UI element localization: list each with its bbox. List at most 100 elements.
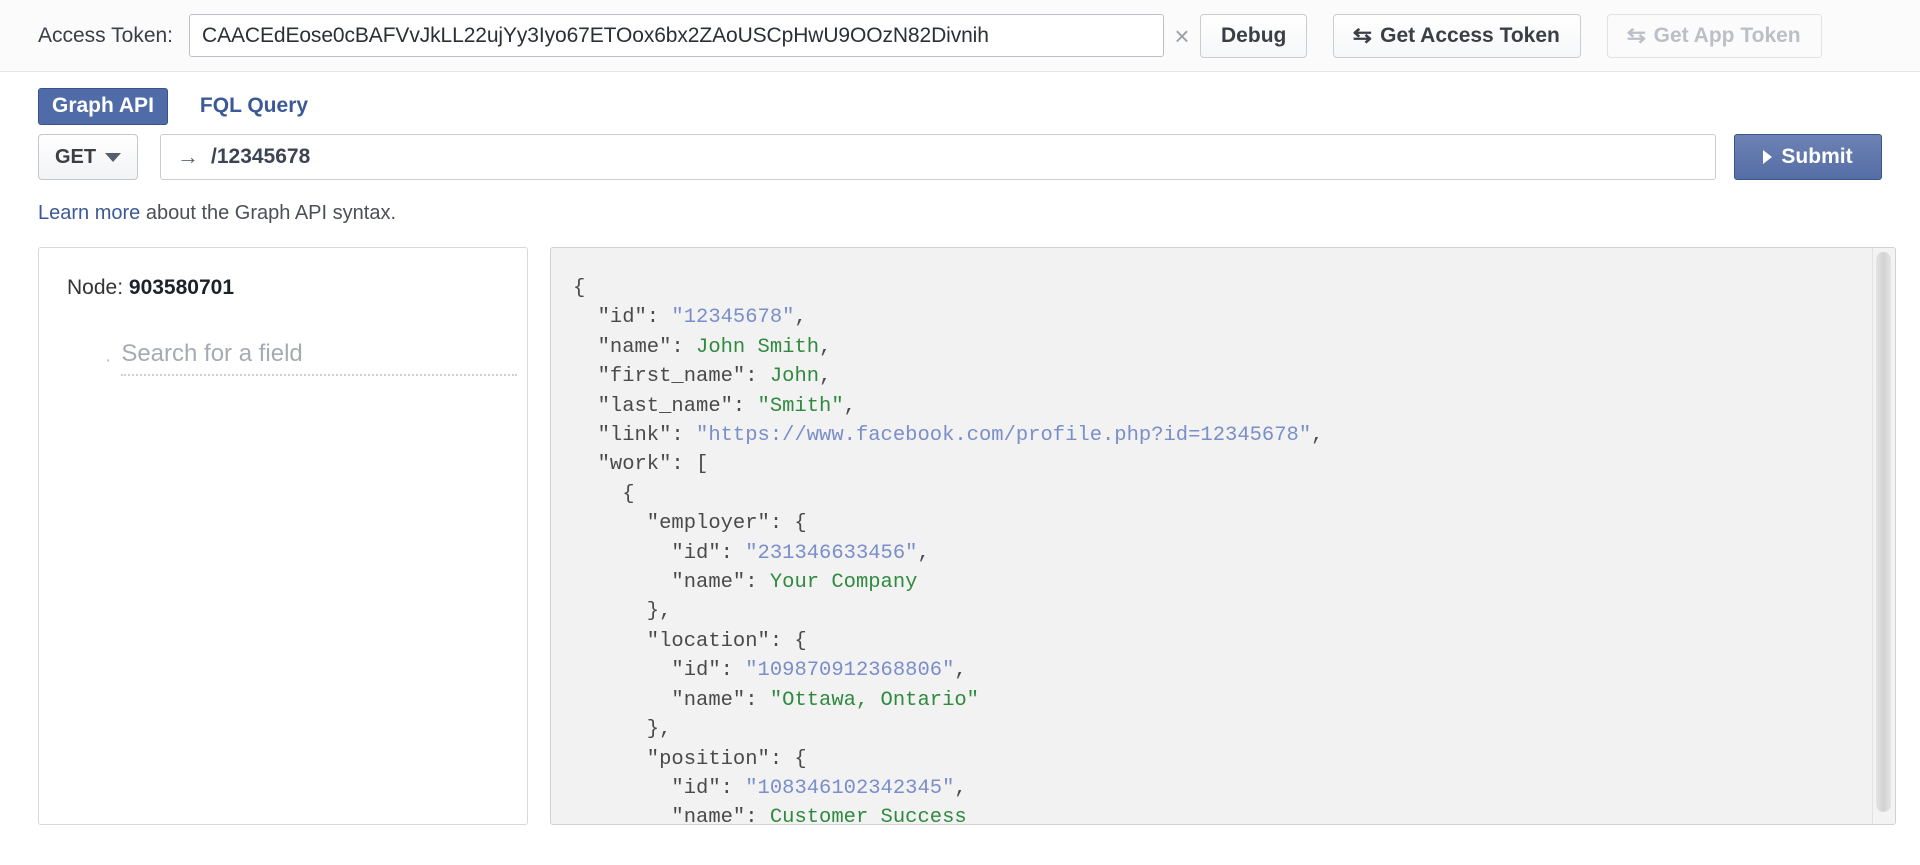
json-token: "name": [573,571,770,595]
json-token: , [819,335,832,359]
clear-token-icon[interactable]: × [1164,23,1200,49]
json-token: "id": [573,306,672,330]
json-token: Your Company [769,571,918,595]
json-token: "109870912368806" [745,659,955,683]
learn-more-link[interactable]: Learn more [38,202,140,224]
debug-button-label: Debug [1221,23,1287,47]
json-line: "position": { [573,745,1895,774]
json-token: , [794,306,807,330]
json-token: "first_name": [573,365,770,389]
json-token: "id": [573,659,746,683]
json-line: { [573,480,1895,509]
json-line: "link": "https://www.facebook.com/profil… [573,421,1895,450]
swap-icon: ⇆ [1626,24,1646,47]
json-token: "https://www.facebook.com/profile.php?id… [696,424,1312,448]
swap-icon: ⇆ [1353,24,1373,47]
json-token: "last_name": [573,394,758,418]
learn-more-line: Learn more about the Graph API syntax. [0,180,1920,225]
json-token: "name": [573,335,697,359]
json-token: John Smith [696,335,820,359]
response-scrollbar[interactable] [1872,248,1895,824]
json-line: "location": { [573,627,1895,656]
query-row: GET → Submit [0,118,1920,180]
submit-button[interactable]: Submit [1734,134,1882,180]
node-line: Node: 903580701 [39,276,527,300]
get-access-token-label: Get Access Token [1380,23,1560,47]
json-line: "name": Customer Success [573,803,1895,825]
api-mode-tabs: Graph API FQL Query [0,72,1920,125]
json-token: "12345678" [671,306,795,330]
json-line: "id": "108346102342345", [573,774,1895,803]
explorer-panels: Node: 903580701 · { "id": "12345678", "n… [0,225,1920,825]
json-line: "last_name": "Smith", [573,392,1895,421]
json-token: "work": [ [573,453,709,477]
arrow-right-icon: → [177,144,199,169]
json-token: Customer Success [769,806,967,825]
json-line: "first_name": John, [573,362,1895,391]
json-token: , [954,659,967,683]
play-icon [1763,150,1773,164]
json-line: { [573,274,1895,303]
json-line: }, [573,597,1895,626]
search-field-row: · [39,340,527,376]
json-token: "position": { [573,747,807,771]
json-token: , [843,394,856,418]
tab-graph-api[interactable]: Graph API [38,87,168,125]
get-access-token-button[interactable]: ⇆ Get Access Token [1333,13,1581,58]
response-panel: { "id": "12345678", "name": John Smith, … [550,247,1896,825]
json-response-output: { "id": "12345678", "name": John Smith, … [573,274,1895,825]
json-line: "id": "109870912368806", [573,656,1895,685]
bullet-icon: · [105,350,112,371]
tab-graph-api-label: Graph API [52,93,154,117]
json-line: }, [573,715,1895,744]
get-app-token-button[interactable]: ⇆ Get App Token [1606,13,1822,58]
json-token: "link": [573,424,697,448]
json-line: "work": [ [573,450,1895,479]
graph-path-field[interactable]: → [160,134,1716,180]
tab-fql-query[interactable]: FQL Query [198,88,310,124]
json-token: }, [573,718,672,742]
http-method-label: GET [54,145,97,168]
json-token: "id": [573,541,746,565]
http-method-select[interactable]: GET [38,134,138,180]
json-line: "name": John Smith, [573,333,1895,362]
response-scrollbar-thumb[interactable] [1876,252,1891,812]
json-token: "name": [573,688,770,712]
json-token: , [1311,424,1324,448]
submit-button-label: Submit [1781,145,1853,168]
json-line: "name": Your Company [573,568,1895,597]
node-label: Node: [67,276,124,299]
json-token: { [573,277,586,300]
json-line: "name": "Ottawa, Ontario" [573,686,1895,715]
json-token: "108346102342345" [745,776,955,800]
json-token: }, [573,600,672,624]
graph-path-input[interactable] [211,145,1699,169]
json-token: "231346633456" [745,541,918,565]
json-token: "employer": { [573,512,807,536]
access-token-input[interactable] [189,14,1165,57]
field-selector-panel: Node: 903580701 · [38,247,528,825]
json-token: , [819,365,832,389]
json-token: , [954,776,967,800]
json-line: "id": "12345678", [573,303,1895,332]
get-app-token-label: Get App Token [1653,23,1801,47]
access-token-bar: Access Token: × Debug ⇆ Get Access Token… [0,0,1920,72]
json-token: { [573,482,635,506]
json-token: John [769,365,820,389]
debug-button[interactable]: Debug [1200,13,1308,58]
tab-fql-query-label: FQL Query [199,94,309,117]
access-token-label: Access Token: [38,23,174,47]
json-token: , [917,541,930,565]
learn-more-text: about the Graph API syntax. [140,202,396,224]
response-body: { "id": "12345678", "name": John Smith, … [551,248,1895,824]
chevron-down-icon [105,152,122,162]
json-token: "location": { [573,629,807,653]
json-line: "id": "231346633456", [573,539,1895,568]
json-token: "id": [573,776,746,800]
json-token: "Smith" [757,394,844,418]
json-token: "name": [573,806,770,825]
node-id-value: 903580701 [128,276,235,299]
json-token: "Ottawa, Ontario" [769,688,979,712]
search-field-input[interactable] [121,340,517,376]
json-line: "employer": { [573,509,1895,538]
